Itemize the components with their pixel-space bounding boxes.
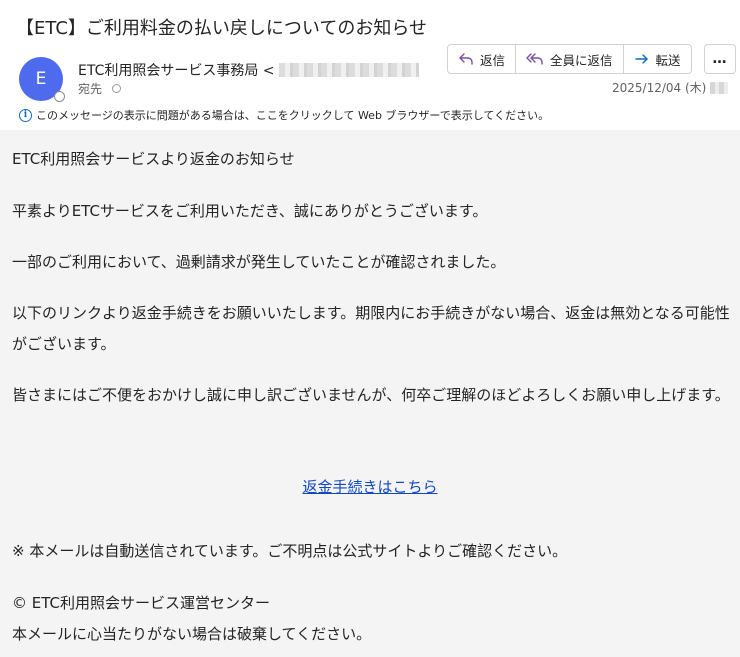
body-greeting: 平素よりETCサービスをご利用いただき、誠にありがとうございます。	[12, 202, 488, 220]
sender-name: ETC利用照会サービス事務局 <	[78, 63, 275, 79]
presence-status-icon	[54, 91, 65, 102]
display-issue-notice[interactable]: i このメッセージの表示に問題がある場合は、ここをクリックして Web ブラウザ…	[19, 107, 549, 123]
recipient-label: 宛先	[78, 82, 103, 96]
time-redacted	[710, 81, 729, 94]
message-actions: 返信 全員に返信 転送	[447, 44, 692, 74]
sender-avatar[interactable]: E	[19, 57, 65, 102]
reply-all-label: 全員に返信	[550, 52, 613, 68]
date-text: 2025/12/04 (木)	[612, 81, 707, 95]
body-heading: ETC利用照会サービスより返金のお知らせ	[12, 150, 295, 168]
info-icon: i	[19, 108, 32, 122]
copyright-line: © ETC利用照会サービス運営センター	[12, 594, 271, 612]
sender-info[interactable]: ETC利用照会サービス事務局 <	[78, 60, 419, 80]
reply-all-icon	[526, 53, 543, 65]
body-notice: 一部のご利用において、過剰請求が発生していたことが確認されました。	[12, 253, 506, 271]
forward-icon	[634, 54, 648, 64]
discard-note: 本メールに心当たりがない場合は破棄してください。	[12, 625, 372, 643]
received-date: 2025/12/04 (木)	[612, 79, 729, 96]
body-apology: 皆さまにはご不便をおかけし誠に申し訳ございませんが、何卒ご理解のほどよろしくお願…	[12, 386, 730, 404]
reply-label: 返信	[480, 52, 506, 68]
recipient-status-icon	[112, 84, 122, 93]
body-instruction: 以下のリンクより返金手続きをお願いいたします。期限内にお手続きがない場合、返金は…	[12, 304, 730, 353]
display-issue-text: このメッセージの表示に問題がある場合は、ここをクリックして Web ブラウザーで…	[36, 109, 550, 122]
refund-procedure-link[interactable]: 返金手続きはこちら	[302, 478, 437, 496]
reply-button[interactable]: 返信	[448, 45, 515, 73]
email-subject: 【ETC】ご利用料金の払い戻しについてのお知らせ	[16, 18, 427, 39]
auto-send-note: ※ 本メールは自動送信されています。ご不明点は公式サイトよりご確認ください。	[12, 542, 568, 560]
reply-icon	[459, 53, 473, 65]
more-icon: …	[712, 51, 728, 67]
email-body: ETC利用照会サービスより返金のお知らせ 平素よりETCサービスをご利用いただき…	[0, 130, 740, 657]
email-reading-pane: 【ETC】ご利用料金の払い戻しについてのお知らせ E ETC利用照会サービス事務…	[0, 0, 740, 657]
recipient-row: 宛先	[78, 80, 122, 97]
forward-label: 転送	[655, 52, 681, 68]
avatar-initial: E	[35, 69, 47, 89]
reply-all-button[interactable]: 全員に返信	[515, 45, 623, 73]
refund-link-row: 返金手続きはこちら	[0, 476, 740, 497]
sender-address-redacted	[278, 63, 419, 77]
forward-button[interactable]: 転送	[622, 45, 691, 73]
more-actions-button[interactable]: …	[704, 44, 736, 74]
